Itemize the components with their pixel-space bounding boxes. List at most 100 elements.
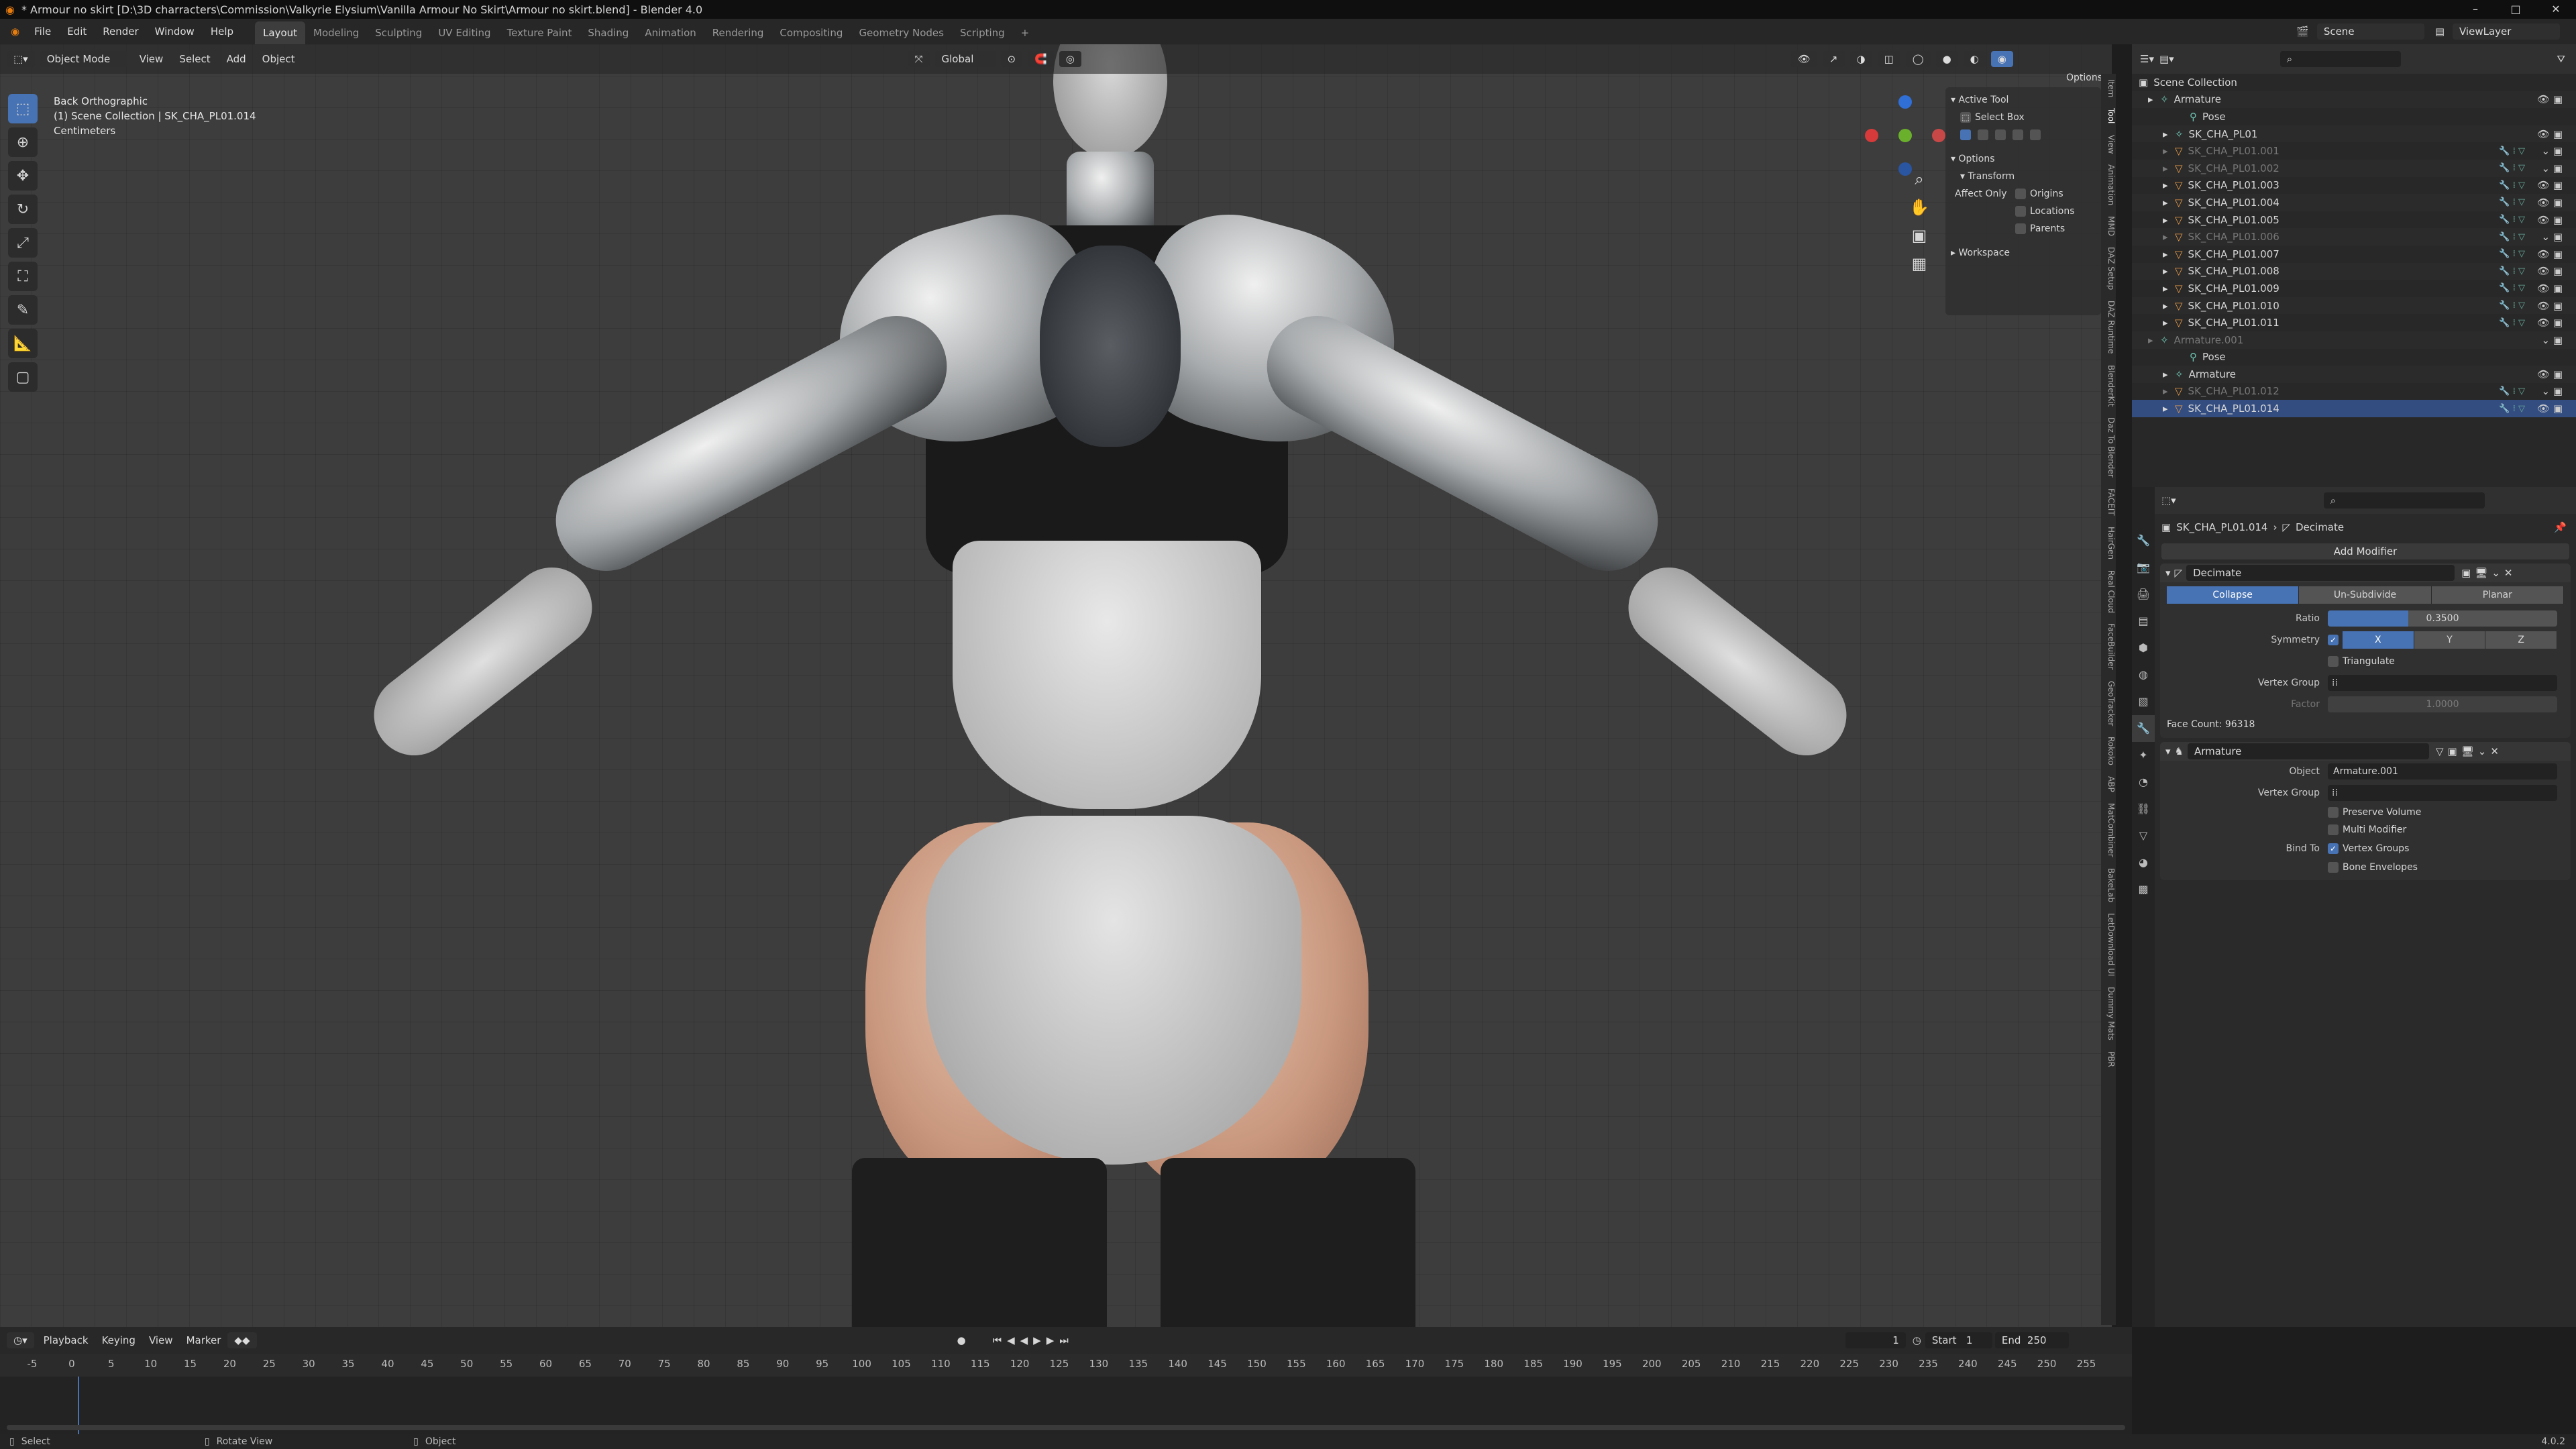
visibility-toggle-icon[interactable]: 👁 ▣ [2525, 179, 2563, 191]
expand-arrow-icon[interactable]: ▸ [2163, 179, 2175, 191]
rotate-tool-icon[interactable]: ↻ [8, 195, 38, 224]
visibility-toggle-icon[interactable]: 👁 ▣ [2525, 128, 2563, 140]
sidebar-tab[interactable]: Daz To Blender [2101, 412, 2116, 483]
workspace-header[interactable]: ▸ Workspace [1951, 244, 2096, 262]
shading-rendered-icon[interactable]: ◉ [1990, 51, 2013, 67]
viewlayer-selector[interactable]: ViewLayer [2453, 23, 2560, 40]
expand-arrow-icon[interactable]: ▸ [2163, 231, 2175, 243]
sidebar-tab[interactable]: View [2101, 129, 2116, 159]
record-icon[interactable]: ● [957, 1334, 966, 1346]
sidebar-tab[interactable]: ABP [2101, 771, 2116, 798]
physics-tab-icon[interactable]: ◔ [2132, 769, 2155, 796]
armature-object-field[interactable]: Armature.001 [2328, 763, 2557, 780]
menu-help[interactable]: Help [203, 19, 241, 44]
select-box-row[interactable]: ⬚ Select Box [1951, 109, 2096, 126]
viewport-toggle-icon[interactable]: 🖥 [2461, 745, 2474, 757]
tab-animation[interactable]: Animation [637, 21, 704, 44]
sidebar-tab[interactable]: BakeLab [2101, 863, 2116, 908]
vertex-group-field[interactable]: ⁞⁞ [2328, 675, 2557, 691]
sidebar-tab[interactable]: Tool [2101, 103, 2116, 129]
outliner-editor-icon[interactable]: ☰▾ [2140, 53, 2154, 65]
maximize-button[interactable]: □ [2496, 0, 2536, 19]
viewport-menu-view[interactable]: View [133, 51, 170, 67]
tool-tab-icon[interactable]: 🔧 [2132, 527, 2155, 554]
expand-arrow-icon[interactable]: ▸ [2163, 385, 2175, 397]
output-tab-icon[interactable]: 🖨 [2132, 581, 2155, 608]
visibility-toggle-icon[interactable]: ⌄ ▣ [2525, 334, 2563, 346]
orientation-selector[interactable]: Global [934, 51, 996, 67]
start-frame-field[interactable]: Start 1 [1925, 1332, 1992, 1348]
expand-arrow-icon[interactable]: ▸ [2163, 145, 2175, 157]
tab-sculpting[interactable]: Sculpting [367, 21, 430, 44]
transform-tool-icon[interactable]: ⛶ [8, 262, 38, 291]
proportional-edit-icon[interactable]: ◎ [1059, 51, 1081, 67]
vertex-groups-checkbox[interactable]: ✓ [2328, 843, 2339, 854]
expand-arrow-icon[interactable]: ▸ [2163, 128, 2175, 140]
timeline-menu-keying[interactable]: Keying [95, 1332, 142, 1348]
expand-arrow-icon[interactable]: ▸ [2163, 282, 2175, 294]
timeline-menu-view[interactable]: View [142, 1332, 180, 1348]
minimize-button[interactable]: – [2455, 0, 2496, 19]
outliner-row[interactable]: ▸ ▽ SK_CHA_PL01.009 🔧 ⁞ ▽ 👁 ▣ [2132, 280, 2576, 297]
sidebar-tab[interactable]: PBR [2101, 1046, 2116, 1073]
end-frame-field[interactable]: End 250 [1994, 1332, 2069, 1348]
visibility-toggle-icon[interactable]: 👁 ▣ [2525, 93, 2563, 105]
visibility-toggle-icon[interactable]: 👁 ▣ [2525, 248, 2563, 260]
shading-wireframe-icon[interactable]: ◯ [1905, 51, 1931, 67]
expand-arrow-icon[interactable]: ▸ [2163, 317, 2175, 329]
visibility-toggle-icon[interactable]: ⌄ ▣ [2525, 145, 2563, 157]
remove-modifier-icon[interactable]: ✕ [2490, 745, 2499, 757]
tab-shading[interactable]: Shading [580, 21, 637, 44]
outliner-display-mode-icon[interactable]: ▤▾ [2159, 53, 2174, 65]
add-cube-tool-icon[interactable]: ▢ [8, 362, 38, 392]
shading-material-icon[interactable]: ◐ [1963, 51, 1986, 67]
viewport-menu-add[interactable]: Add [220, 51, 253, 67]
world-tab-icon[interactable]: ◍ [2132, 661, 2155, 688]
outliner-row[interactable]: ▸ ▽ SK_CHA_PL01.002 🔧 ⁞ ▽ ⌄ ▣ [2132, 159, 2576, 177]
sidebar-tab[interactable]: Animation [2101, 159, 2116, 211]
timeline-editor-icon[interactable]: ◷▾ [7, 1332, 34, 1348]
axis-y[interactable]: Y [2414, 631, 2486, 649]
annotate-tool-icon[interactable]: ✎ [8, 295, 38, 325]
tab-geometry-nodes[interactable]: Geometry Nodes [851, 21, 952, 44]
outliner-row[interactable]: ⚲ Pose [2132, 349, 2576, 366]
outliner-row[interactable]: ▸ ▽ SK_CHA_PL01.001 🔧 ⁞ ▽ ⌄ ▣ [2132, 142, 2576, 160]
tab-scripting[interactable]: Scripting [952, 21, 1013, 44]
visibility-icon[interactable]: 👁 [1790, 51, 1817, 67]
sidebar-tab[interactable]: FACEIT [2101, 483, 2116, 521]
pivot-icon[interactable]: ⊙ [1000, 51, 1023, 67]
tab-uv-editing[interactable]: UV Editing [430, 21, 498, 44]
outliner-scene-collection[interactable]: ▣ Scene Collection [2132, 74, 2576, 91]
outliner-row[interactable]: ▸ ▽ SK_CHA_PL01.005 🔧 ⁞ ▽ 👁 ▣ [2132, 211, 2576, 229]
xray-toggle-icon[interactable]: ◫ [1877, 51, 1900, 67]
move-tool-icon[interactable]: ✥ [8, 161, 38, 191]
outliner-row[interactable]: ▸ ▽ SK_CHA_PL01.014 🔧 ⁞ ▽ 👁 ▣ [2132, 400, 2576, 417]
expand-arrow-icon[interactable]: ▸ [2163, 214, 2175, 226]
modifier-tab-icon[interactable]: 🔧 [2132, 715, 2155, 742]
close-button[interactable]: ✕ [2536, 0, 2576, 19]
editor-type-icon[interactable]: ⬚▾ [7, 51, 35, 67]
outliner-row[interactable]: ▸ ▽ SK_CHA_PL01.006 🔧 ⁞ ▽ ⌄ ▣ [2132, 228, 2576, 246]
timeline-ruler[interactable]: -5 0 5 10 15 20 25 30 35 40 45 50 55 60 65 70 75 80 85 90 95… [0, 1354, 2132, 1377]
shading-solid-icon[interactable]: ● [1935, 51, 1958, 67]
sidebar-tab[interactable]: LetDownload UI [2101, 908, 2116, 981]
expand-arrow-icon[interactable]: ▸ [2148, 334, 2160, 346]
filter-icon[interactable]: ⛛ [2557, 53, 2576, 65]
preserve-volume-checkbox[interactable] [2328, 807, 2339, 818]
multi-modifier-checkbox[interactable] [2328, 824, 2339, 835]
collapse-arrow-icon[interactable]: ▾ [2165, 567, 2171, 579]
sidebar-tab[interactable]: GeoTracker [2101, 676, 2116, 731]
tab-compositing[interactable]: Compositing [771, 21, 851, 44]
outliner-row[interactable]: ▸ ▽ SK_CHA_PL01.008 🔧 ⁞ ▽ 👁 ▣ [2132, 262, 2576, 280]
visibility-toggle-icon[interactable]: 👁 ▣ [2525, 197, 2563, 209]
outliner-row[interactable]: ▸ ✧ Armature 👁 ▣ [2132, 91, 2576, 109]
expand-arrow-icon[interactable]: ▸ [2163, 197, 2175, 209]
axis-z[interactable]: Z [2485, 631, 2558, 649]
mode-new-icon[interactable] [1960, 129, 1971, 140]
blender-menu-icon[interactable]: ◉ [4, 25, 26, 38]
menu-edit[interactable]: Edit [59, 19, 95, 44]
visibility-toggle-icon[interactable]: 👁 ▣ [2525, 214, 2563, 226]
playback-controls[interactable]: ⏮◀◀▶▶⏭ [993, 1334, 1074, 1346]
bone-envelopes-checkbox[interactable] [2328, 862, 2339, 873]
outliner-row[interactable]: ▸ ▽ SK_CHA_PL01.012 🔧 ⁞ ▽ ⌄ ▣ [2132, 383, 2576, 400]
